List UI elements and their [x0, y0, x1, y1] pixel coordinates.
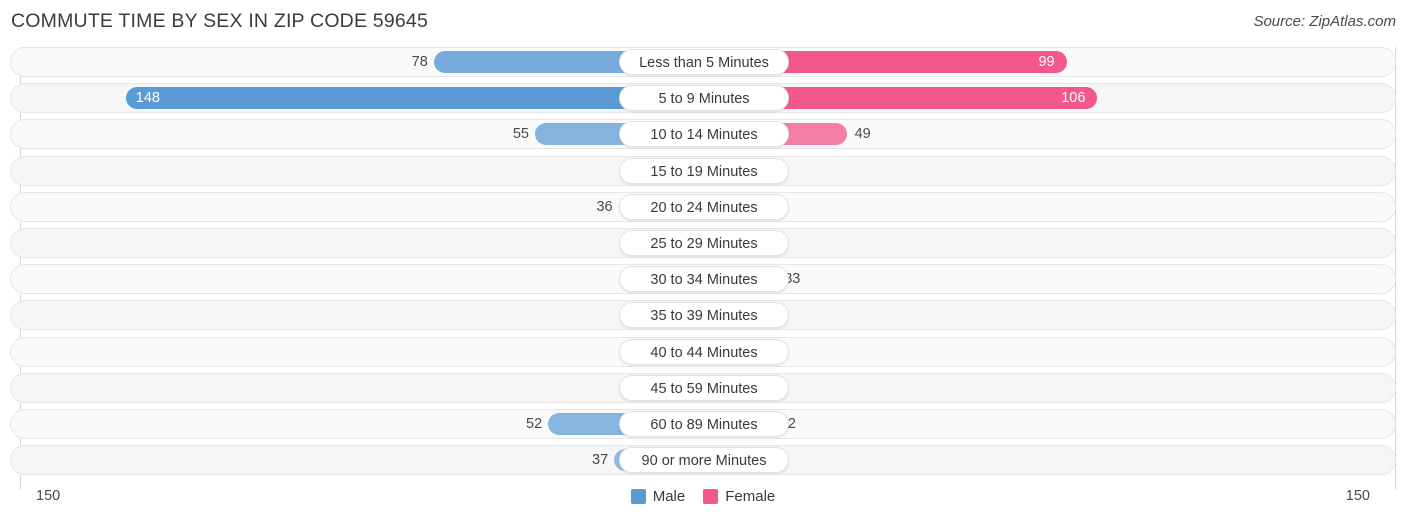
category-label: 60 to 89 Minutes [619, 411, 789, 437]
category-label: 40 to 44 Minutes [619, 338, 789, 365]
value-label-male: 78 [411, 54, 428, 70]
category-label: 10 to 14 Minutes [619, 121, 789, 148]
chart-legend: Male Female [0, 488, 1406, 505]
legend-item-female[interactable]: Female [703, 488, 775, 505]
chart-page: COMMUTE TIME BY SEX IN ZIP CODE 59645 So… [0, 0, 1406, 523]
chart-row: 148 106 5 to 9 Minutes [10, 83, 1396, 114]
value-label-male: 37 [592, 452, 609, 469]
chart-header: COMMUTE TIME BY SEX IN ZIP CODE 59645 So… [0, 0, 1406, 44]
value-label-male: 55 [512, 126, 529, 143]
page-title: COMMUTE TIME BY SEX IN ZIP CODE 59645 [11, 10, 429, 32]
chart-row: 03330 to 34 Minutes [10, 264, 1396, 295]
category-label: 20 to 24 Minutes [619, 193, 789, 220]
chart-footer: 150 150 Male Female [0, 484, 1406, 523]
value-label-male: 36 [596, 198, 613, 215]
category-label: 5 to 9 Minutes [619, 85, 789, 112]
category-label: 15 to 19 Minutes [619, 157, 789, 184]
source-attribution: Source: ZipAtlas.com [1253, 13, 1396, 30]
legend-swatch-female [703, 489, 719, 504]
chart-row: 10045 to 59 Minutes [10, 372, 1396, 403]
chart-row: 5915 to 19 Minutes [10, 155, 1396, 186]
value-label-female: 49 [854, 126, 871, 143]
chart-row: 523260 to 89 Minutes [10, 409, 1396, 439]
chart-row: 362920 to 24 Minutes [10, 191, 1396, 222]
value-label-male: 52 [526, 416, 543, 432]
value-label-female: 106 [1061, 90, 1086, 107]
category-label: 90 or more Minutes [619, 447, 789, 474]
chart-row: 371090 or more Minutes [10, 445, 1396, 476]
category-label: 35 to 39 Minutes [619, 302, 789, 329]
diverging-bar-chart: 78 99 Less than 5 Minutes 148 106 5 to 9 Minu… [10, 47, 1396, 490]
value-label-male: 148 [135, 90, 160, 107]
value-label-female: 99 [1038, 54, 1055, 70]
legend-label-male: Male [652, 488, 686, 505]
chart-row: 0040 to 44 Minutes [10, 336, 1396, 367]
chart-row: 0035 to 39 Minutes [10, 300, 1396, 331]
legend-swatch-male [630, 489, 646, 504]
category-label: 25 to 29 Minutes [619, 230, 789, 256]
category-label: 45 to 59 Minutes [619, 374, 789, 401]
category-label: 30 to 34 Minutes [619, 266, 789, 293]
legend-item-male[interactable]: Male [630, 488, 686, 505]
chart-row: 0525 to 29 Minutes [10, 228, 1396, 258]
chart-row: 78 99 Less than 5 Minutes [10, 47, 1396, 77]
category-label: Less than 5 Minutes [619, 49, 789, 75]
chart-row: 55 49 10 to 14 Minutes [10, 119, 1396, 150]
legend-label-female: Female [725, 488, 776, 505]
